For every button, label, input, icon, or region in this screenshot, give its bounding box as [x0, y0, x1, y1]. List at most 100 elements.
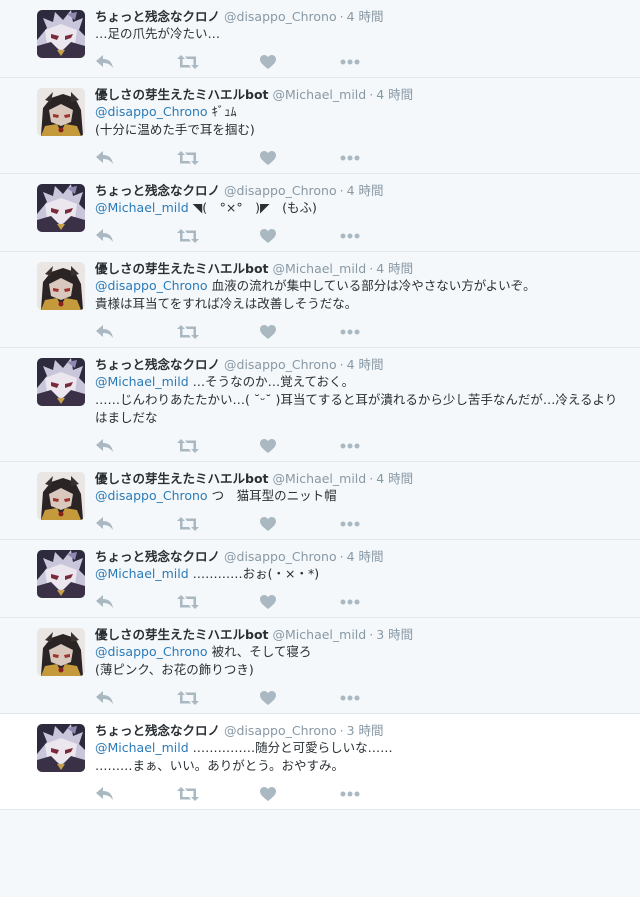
user-handle[interactable]: @disappo_Chrono: [224, 548, 337, 565]
like-button[interactable]: [259, 322, 277, 342]
reply-button[interactable]: [95, 148, 115, 168]
user-avatar[interactable]: [37, 358, 85, 406]
user-avatar[interactable]: [37, 628, 85, 676]
reply-button[interactable]: [95, 322, 115, 342]
retweet-icon: [177, 55, 199, 69]
retweet-button[interactable]: [177, 436, 199, 456]
user-fullname[interactable]: 優しさの芽生えたミハエルbot: [95, 260, 269, 277]
retweet-button[interactable]: [177, 52, 199, 72]
heart-icon: [260, 691, 276, 705]
user-fullname[interactable]: ちょっと残念なクロノ: [95, 722, 220, 739]
user-avatar[interactable]: [37, 10, 85, 58]
tweet-item[interactable]: ちょっと残念なクロノ @disappo_Chrono · 4 時間 @Michael_m…: [0, 540, 640, 618]
user-avatar[interactable]: [37, 472, 85, 520]
reply-button[interactable]: [95, 784, 115, 804]
like-button[interactable]: [259, 784, 277, 804]
mention-link[interactable]: @disappo_Chrono: [95, 104, 208, 119]
tweet-timestamp[interactable]: 4 時間: [347, 356, 384, 373]
tweet-text: …足の爪先が冷たい…: [95, 25, 628, 43]
user-fullname[interactable]: ちょっと残念なクロノ: [95, 356, 220, 373]
more-options-button[interactable]: [339, 148, 361, 168]
more-options-button[interactable]: [339, 784, 361, 804]
more-options-button[interactable]: [339, 436, 361, 456]
like-button[interactable]: [259, 148, 277, 168]
tweet-header: ちょっと残念なクロノ @disappo_Chrono · 4 時間: [95, 8, 628, 25]
tweet-timestamp[interactable]: 4 時間: [376, 86, 413, 103]
user-avatar[interactable]: [37, 184, 85, 232]
user-avatar[interactable]: [37, 724, 85, 772]
heart-icon: [260, 55, 276, 69]
user-handle[interactable]: @Michael_mild: [273, 470, 367, 487]
tweet-actions: [95, 139, 628, 173]
like-button[interactable]: [259, 436, 277, 456]
tweet-item[interactable]: 優しさの芽生えたミハエルbot @Michael_mild · 4 時間 @disapp…: [0, 78, 640, 174]
reply-button[interactable]: [95, 52, 115, 72]
user-avatar[interactable]: [37, 262, 85, 310]
tweet-item[interactable]: ちょっと残念なクロノ @disappo_Chrono · 3 時間 @Michael_m…: [0, 714, 640, 810]
reply-button[interactable]: [95, 436, 115, 456]
user-handle[interactable]: @disappo_Chrono: [224, 8, 337, 25]
more-options-button[interactable]: [339, 226, 361, 246]
user-handle[interactable]: @disappo_Chrono: [224, 182, 337, 199]
like-button[interactable]: [259, 52, 277, 72]
user-fullname[interactable]: ちょっと残念なクロノ: [95, 8, 220, 25]
retweet-button[interactable]: [177, 322, 199, 342]
reply-button[interactable]: [95, 514, 115, 534]
tweet-timestamp[interactable]: 4 時間: [376, 470, 413, 487]
mention-link[interactable]: @Michael_mild: [95, 374, 189, 389]
reply-button[interactable]: [95, 688, 115, 708]
tweet-body: …………おぉ(・×・*): [188, 566, 320, 581]
more-options-button[interactable]: [339, 52, 361, 72]
mention-link[interactable]: @Michael_mild: [95, 566, 189, 581]
tweet-timestamp[interactable]: 4 時間: [347, 8, 384, 25]
user-handle[interactable]: @Michael_mild: [273, 626, 367, 643]
tweet-text: @Michael_mild ……………随分と可愛らしいな…… ………まぁ、いい。…: [95, 739, 628, 775]
mention-link[interactable]: @Michael_mild: [95, 200, 189, 215]
reply-button[interactable]: [95, 226, 115, 246]
retweet-icon: [177, 595, 199, 609]
retweet-button[interactable]: [177, 514, 199, 534]
tweet-item[interactable]: ちょっと残念なクロノ @disappo_Chrono · 4 時間 @Michael_m…: [0, 174, 640, 252]
user-fullname[interactable]: 優しさの芽生えたミハエルbot: [95, 626, 269, 643]
retweet-button[interactable]: [177, 226, 199, 246]
tweet-timestamp[interactable]: 4 時間: [347, 182, 384, 199]
user-handle[interactable]: @Michael_mild: [273, 260, 367, 277]
tweet-item[interactable]: ちょっと残念なクロノ @disappo_Chrono · 4 時間 …足の爪先が冷たい…: [0, 0, 640, 78]
retweet-icon: [177, 229, 199, 243]
tweet-item[interactable]: 優しさの芽生えたミハエルbot @Michael_mild · 4 時間 @disapp…: [0, 462, 640, 540]
mention-link[interactable]: @disappo_Chrono: [95, 488, 208, 503]
tweet-timestamp[interactable]: 4 時間: [347, 548, 384, 565]
user-handle[interactable]: @disappo_Chrono: [224, 722, 337, 739]
user-fullname[interactable]: ちょっと残念なクロノ: [95, 548, 220, 565]
retweet-button[interactable]: [177, 784, 199, 804]
mention-link[interactable]: @Michael_mild: [95, 740, 189, 755]
tweet-item[interactable]: ちょっと残念なクロノ @disappo_Chrono · 4 時間 @Michael_m…: [0, 348, 640, 462]
tweet-item[interactable]: 優しさの芽生えたミハエルbot @Michael_mild · 4 時間 @disapp…: [0, 252, 640, 348]
like-button[interactable]: [259, 688, 277, 708]
mention-link[interactable]: @disappo_Chrono: [95, 278, 208, 293]
user-fullname[interactable]: ちょっと残念なクロノ: [95, 182, 220, 199]
user-fullname[interactable]: 優しさの芽生えたミハエルbot: [95, 470, 269, 487]
tweet-timestamp[interactable]: 3 時間: [347, 722, 384, 739]
more-options-button[interactable]: [339, 592, 361, 612]
user-avatar[interactable]: [37, 88, 85, 136]
retweet-button[interactable]: [177, 148, 199, 168]
user-avatar[interactable]: [37, 550, 85, 598]
tweet-item[interactable]: 優しさの芽生えたミハエルbot @Michael_mild · 3 時間 @disapp…: [0, 618, 640, 714]
tweet-timestamp[interactable]: 4 時間: [376, 260, 413, 277]
more-options-button[interactable]: [339, 322, 361, 342]
user-handle[interactable]: @disappo_Chrono: [224, 356, 337, 373]
retweet-button[interactable]: [177, 688, 199, 708]
like-button[interactable]: [259, 592, 277, 612]
like-button[interactable]: [259, 226, 277, 246]
retweet-button[interactable]: [177, 592, 199, 612]
reply-button[interactable]: [95, 592, 115, 612]
heart-icon: [260, 151, 276, 165]
more-options-button[interactable]: [339, 514, 361, 534]
tweet-timestamp[interactable]: 3 時間: [376, 626, 413, 643]
more-options-button[interactable]: [339, 688, 361, 708]
mention-link[interactable]: @disappo_Chrono: [95, 644, 208, 659]
like-button[interactable]: [259, 514, 277, 534]
user-handle[interactable]: @Michael_mild: [273, 86, 367, 103]
user-fullname[interactable]: 優しさの芽生えたミハエルbot: [95, 86, 269, 103]
